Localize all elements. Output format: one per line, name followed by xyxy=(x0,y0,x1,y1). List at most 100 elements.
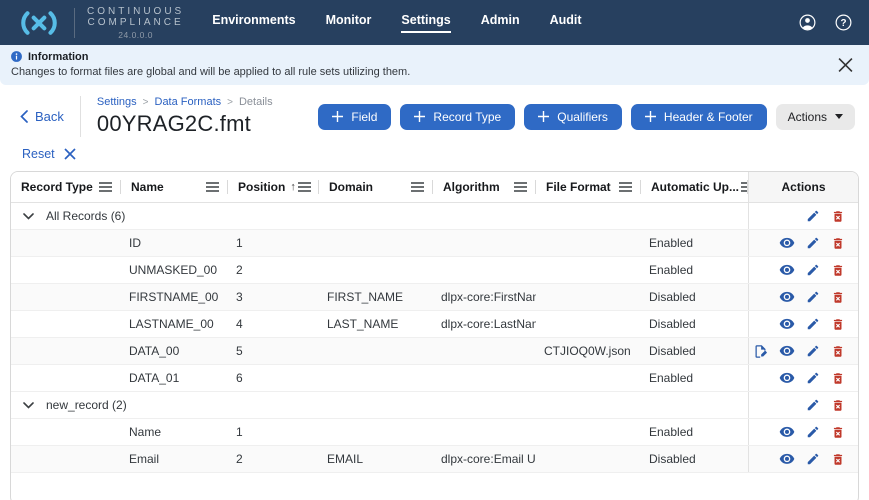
record-group-toggle[interactable]: All Records (6) xyxy=(11,203,748,229)
brand: CONTINUOUS COMPLIANCE 24.0.0.0 xyxy=(16,4,184,41)
column-menu-icon[interactable] xyxy=(739,180,748,194)
eye-icon xyxy=(779,453,795,466)
close-icon[interactable] xyxy=(838,58,853,73)
column-menu-icon[interactable] xyxy=(204,180,221,194)
cell-automatic_update: Disabled xyxy=(641,338,748,364)
cell-name: UNMASKED_00 xyxy=(121,257,228,283)
trash-icon xyxy=(831,425,845,440)
table-row: ID1Enabled xyxy=(11,230,858,257)
cell-position: 2 xyxy=(228,257,319,283)
brand-text: CONTINUOUS COMPLIANCE 24.0.0.0 xyxy=(87,4,184,41)
view-button[interactable] xyxy=(779,318,795,331)
edit-button[interactable] xyxy=(806,344,820,358)
cell-algorithm xyxy=(433,365,536,391)
cell-position: 6 xyxy=(228,365,319,391)
delete-button[interactable] xyxy=(831,263,845,278)
pencil-icon xyxy=(806,263,820,277)
nav-monitor[interactable]: Monitor xyxy=(326,13,372,33)
view-button[interactable] xyxy=(779,237,795,250)
column-header-domain[interactable]: Domain xyxy=(319,172,433,202)
row-actions xyxy=(748,419,858,445)
plus-icon xyxy=(645,111,656,122)
actions-dropdown-button[interactable]: Actions xyxy=(776,104,855,130)
cell-position: 3 xyxy=(228,284,319,310)
table-row: All Records (6) xyxy=(11,203,858,230)
breadcrumb-data-formats[interactable]: Data Formats xyxy=(155,96,222,108)
banner-title: Information xyxy=(28,51,89,63)
delete-button[interactable] xyxy=(831,236,845,251)
column-menu-icon[interactable] xyxy=(97,180,114,194)
cell-record_type xyxy=(11,230,121,256)
back-button[interactable]: Back xyxy=(20,109,64,124)
view-button[interactable] xyxy=(779,264,795,277)
pencil-icon xyxy=(806,209,820,223)
breadcrumb-separator: > xyxy=(227,97,233,108)
column-header-record-type[interactable]: Record Type xyxy=(11,172,121,202)
edit-button[interactable] xyxy=(806,209,820,223)
cell-algorithm xyxy=(433,257,536,283)
add-field-button[interactable]: Field xyxy=(318,104,391,130)
nav-admin[interactable]: Admin xyxy=(481,13,520,33)
cell-file_format xyxy=(536,446,641,472)
trash-icon xyxy=(831,236,845,251)
help-icon[interactable]: ? xyxy=(834,13,853,32)
table-row: Email2EMAILdlpx-core:Email Uni...Disable… xyxy=(11,446,858,473)
edit-file-button[interactable] xyxy=(753,344,768,359)
cell-position: 1 xyxy=(228,230,319,256)
cell-file_format xyxy=(536,257,641,283)
delphix-logo-icon xyxy=(16,11,62,35)
delete-button[interactable] xyxy=(831,290,845,305)
cell-record_type xyxy=(11,365,121,391)
cell-algorithm xyxy=(433,230,536,256)
add-header-footer-button[interactable]: Header & Footer xyxy=(631,104,767,130)
view-button[interactable] xyxy=(779,372,795,385)
column-menu-icon[interactable] xyxy=(409,180,426,194)
column-menu-icon[interactable] xyxy=(296,180,313,194)
eye-icon xyxy=(779,237,795,250)
view-button[interactable] xyxy=(779,291,795,304)
row-actions xyxy=(748,257,858,283)
delete-button[interactable] xyxy=(831,317,845,332)
edit-button[interactable] xyxy=(806,263,820,277)
add-record-type-button[interactable]: Record Type xyxy=(400,104,515,130)
nav-environments[interactable]: Environments xyxy=(212,13,295,33)
cell-domain xyxy=(319,230,433,256)
column-menu-icon[interactable] xyxy=(617,180,634,194)
column-header-algorithm[interactable]: Algorithm xyxy=(433,172,536,202)
edit-button[interactable] xyxy=(806,452,820,466)
record-group-toggle[interactable]: new_record (2) xyxy=(11,392,748,418)
clear-filter-icon[interactable] xyxy=(64,148,76,160)
breadcrumb-settings[interactable]: Settings xyxy=(97,96,137,108)
cell-algorithm: dlpx-core:Email Uni... xyxy=(433,446,536,472)
cell-file_format xyxy=(536,311,641,337)
add-qualifiers-button[interactable]: Qualifiers xyxy=(524,104,622,130)
nav-settings[interactable]: Settings xyxy=(401,13,450,33)
row-actions xyxy=(748,203,858,229)
column-menu-icon[interactable] xyxy=(512,180,529,194)
delete-button[interactable] xyxy=(831,371,845,386)
column-header-file-format[interactable]: File Format xyxy=(536,172,641,202)
edit-button[interactable] xyxy=(806,236,820,250)
view-button[interactable] xyxy=(779,426,795,439)
nav-audit[interactable]: Audit xyxy=(550,13,582,33)
cell-name: DATA_00 xyxy=(121,338,228,364)
edit-button[interactable] xyxy=(806,290,820,304)
column-header-automatic-update[interactable]: Automatic Up... xyxy=(641,172,748,202)
edit-button[interactable] xyxy=(806,317,820,331)
delete-button[interactable] xyxy=(831,344,845,359)
banner-message: Changes to format files are global and w… xyxy=(10,66,855,78)
edit-button[interactable] xyxy=(806,371,820,385)
delete-button[interactable] xyxy=(831,398,845,413)
delete-button[interactable] xyxy=(831,425,845,440)
reset-filter-link[interactable]: Reset xyxy=(22,147,55,161)
delete-button[interactable] xyxy=(831,209,845,224)
view-button[interactable] xyxy=(779,453,795,466)
column-header-position[interactable]: Position↑ xyxy=(228,172,319,202)
edit-button[interactable] xyxy=(806,425,820,439)
view-button[interactable] xyxy=(779,345,795,358)
column-header-name[interactable]: Name xyxy=(121,172,228,202)
user-icon[interactable] xyxy=(798,13,817,32)
pencil-icon xyxy=(806,290,820,304)
edit-button[interactable] xyxy=(806,398,820,412)
delete-button[interactable] xyxy=(831,452,845,467)
